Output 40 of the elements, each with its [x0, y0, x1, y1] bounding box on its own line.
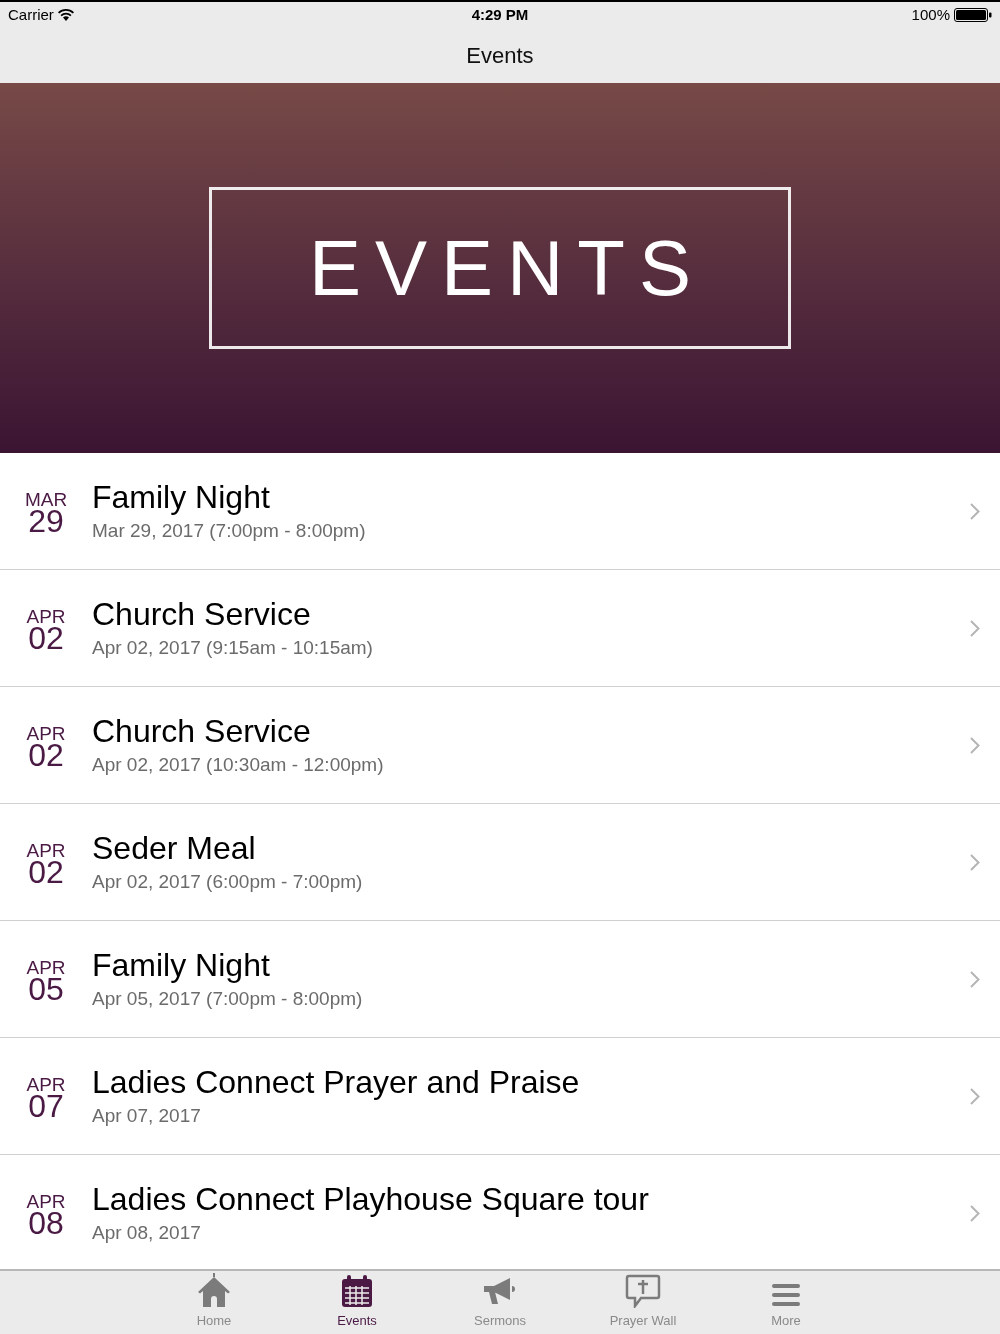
battery-icon — [954, 8, 992, 22]
wifi-icon — [57, 9, 74, 21]
banner-title: EVENTS — [307, 222, 706, 314]
event-month: APR — [26, 1074, 66, 1094]
event-month: APR — [26, 957, 66, 977]
event-datetime: Apr 02, 2017 (9:15am - 10:15am) — [92, 635, 374, 660]
chevron-icon — [970, 736, 980, 754]
event-title: Church Service — [92, 594, 312, 634]
status-time: 4:29 PM — [471, 4, 529, 25]
chevron-icon — [970, 502, 980, 520]
event-month: APR — [26, 1191, 66, 1211]
event-datetime: Mar 29, 2017 (7:00pm - 8:00pm) — [92, 518, 367, 543]
calendar-icon — [341, 1273, 373, 1308]
tab-bar-item[interactable]: Events — [285, 1271, 429, 1334]
event-title: Ladies Connect Prayer and Praise — [92, 1062, 581, 1102]
nav-title: Events — [466, 42, 534, 70]
menu-icon — [771, 1281, 801, 1308]
event-title: Ladies Connect Playhouse Square tour — [92, 1179, 650, 1219]
event-datetime: Apr 08, 2017 — [92, 1220, 202, 1245]
event-datetime: Apr 02, 2017 (6:00pm - 7:00pm) — [92, 869, 364, 894]
event-datetime: Apr 07, 2017 — [92, 1103, 202, 1128]
chevron-icon — [970, 1204, 980, 1222]
battery-label: 100% — [911, 4, 950, 25]
event-month: APR — [26, 723, 66, 743]
event-month: APR — [26, 840, 66, 860]
house-icon — [196, 1271, 232, 1308]
event-title: Family Night — [92, 477, 271, 517]
event-title: Church Service — [92, 711, 312, 751]
carrier-label: Carrier — [8, 4, 54, 25]
event-datetime: Apr 05, 2017 (7:00pm - 8:00pm) — [92, 986, 364, 1011]
event-month: MAR — [24, 489, 68, 509]
event-month: APR — [26, 606, 66, 626]
chevron-icon — [970, 853, 980, 871]
chevron-icon — [970, 970, 980, 988]
chevron-icon — [970, 1087, 980, 1105]
event-title: Family Night — [92, 945, 271, 985]
event-datetime: Apr 02, 2017 (10:30am - 12:00pm) — [92, 752, 385, 777]
chevron-icon — [970, 619, 980, 637]
event-title: Seder Meal — [92, 828, 257, 868]
speech-bubble-cross-icon — [625, 1273, 661, 1308]
